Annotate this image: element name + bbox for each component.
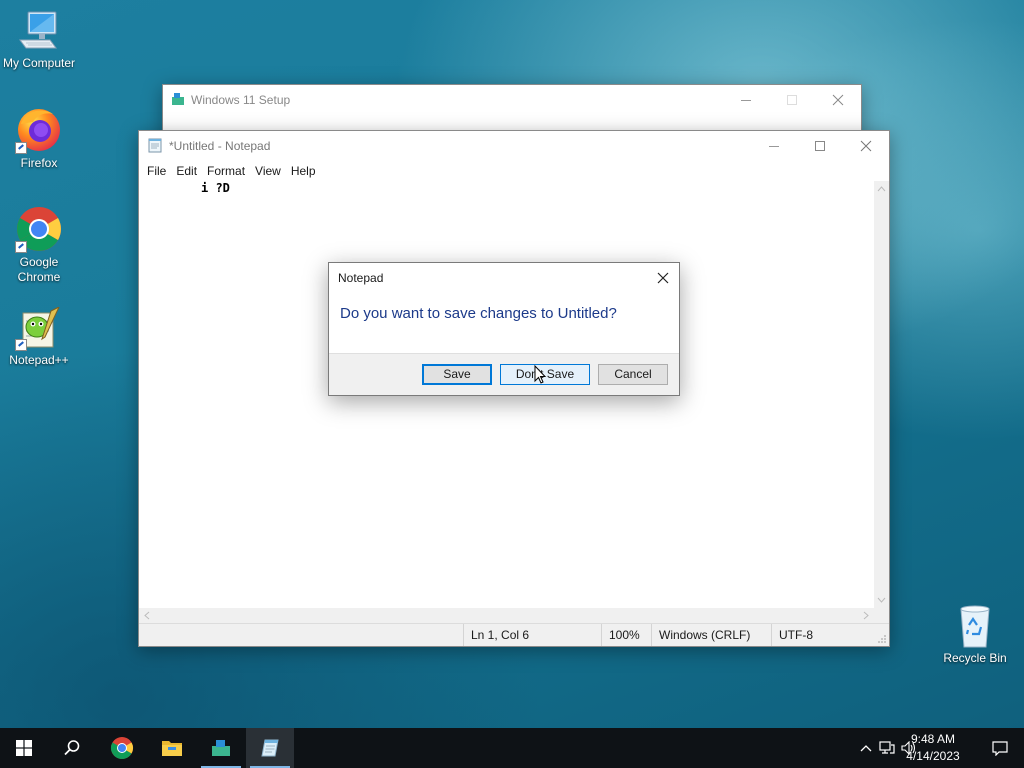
desktop-icon-my-computer[interactable]: My Computer — [1, 10, 77, 71]
desktop-icon-google-chrome[interactable]: Google Chrome — [1, 205, 77, 285]
notepad-minimize-button[interactable] — [751, 131, 797, 161]
notepad-icon — [261, 739, 279, 757]
show-hidden-icons-button[interactable] — [856, 728, 876, 768]
setup-close-button[interactable] — [815, 85, 861, 115]
clock-date: 4/14/2023 — [906, 749, 960, 763]
setup-minimize-button[interactable] — [723, 85, 769, 115]
notepad-titlebar[interactable]: *Untitled - Notepad — [139, 131, 889, 161]
file-explorer-icon — [162, 741, 182, 756]
resize-grip-icon[interactable] — [877, 634, 887, 644]
scroll-right-icon[interactable] — [860, 608, 872, 623]
shortcut-arrow-icon — [15, 339, 27, 351]
network-button[interactable] — [876, 728, 898, 768]
save-button[interactable]: Save — [422, 364, 492, 385]
taskbar-file-explorer-button[interactable] — [148, 728, 196, 768]
desktop-icon-recycle-bin[interactable]: Recycle Bin — [937, 603, 1013, 666]
desktop-icon-firefox[interactable]: Firefox — [1, 106, 77, 171]
shortcut-arrow-icon — [15, 142, 27, 154]
desktop-icon-label: Notepad++ — [9, 353, 69, 367]
status-zoom: 100% — [601, 624, 651, 646]
windows-setup-icon — [171, 92, 185, 109]
dialog-button-bar: Save Don't Save Cancel — [329, 353, 679, 395]
setup-titlebar[interactable]: Windows 11 Setup — [163, 85, 861, 115]
notepad-menubar: File Edit Format View Help — [139, 161, 889, 181]
scroll-up-icon[interactable] — [874, 183, 889, 195]
desktop-icon-label-line1: Google — [19, 255, 59, 269]
firefox-icon — [15, 106, 63, 154]
shortcut-arrow-icon — [15, 241, 27, 253]
desktop-icon-notepadpp[interactable]: Notepad++ — [1, 305, 77, 368]
menu-view[interactable]: View — [250, 161, 286, 181]
status-line-ending: Windows (CRLF) — [651, 624, 771, 646]
desktop-icon-label-line2: Chrome — [17, 270, 61, 284]
dialog-titlebar[interactable]: Notepad — [329, 263, 679, 293]
chrome-icon — [15, 205, 63, 253]
taskbar-search-button[interactable] — [48, 728, 96, 768]
horizontal-scrollbar[interactable] — [139, 608, 874, 623]
setup-maximize-button — [769, 85, 815, 115]
taskbar-clock[interactable]: 9:48 AM 4/14/2023 — [898, 731, 968, 765]
windows-setup-icon — [212, 740, 230, 756]
taskbar-chrome-button[interactable] — [98, 728, 146, 768]
notification-icon — [992, 741, 1008, 756]
status-encoding: UTF-8 — [771, 624, 871, 646]
action-center-button[interactable] — [986, 728, 1014, 768]
maximize-icon — [787, 95, 797, 105]
notepadpp-icon — [15, 305, 63, 351]
notepad-icon — [147, 137, 163, 156]
network-icon — [879, 741, 895, 754]
computer-icon — [16, 10, 62, 54]
start-button[interactable] — [0, 728, 48, 768]
close-icon — [860, 140, 872, 152]
dialog-close-button[interactable] — [647, 263, 679, 293]
notepad-content: i ?D — [201, 181, 230, 195]
taskbar-windows-setup-button[interactable] — [197, 728, 245, 768]
taskbar: 9:48 AM 4/14/2023 — [0, 728, 1024, 768]
maximize-icon — [815, 141, 825, 151]
taskbar-notepad-button[interactable] — [246, 728, 294, 768]
system-tray: 9:48 AM 4/14/2023 — [824, 728, 1024, 768]
menu-file[interactable]: File — [142, 161, 171, 181]
chevron-up-icon — [860, 745, 872, 752]
status-cursor-position: Ln 1, Col 6 — [463, 624, 601, 646]
scroll-down-icon[interactable] — [874, 594, 889, 606]
search-icon — [64, 740, 80, 756]
minimize-icon — [769, 145, 779, 147]
menu-format[interactable]: Format — [202, 161, 250, 181]
dialog-title: Notepad — [338, 271, 384, 285]
cancel-button[interactable]: Cancel — [598, 364, 668, 385]
minimize-icon — [741, 99, 751, 101]
mouse-cursor-icon — [534, 365, 547, 384]
setup-window-title: Windows 11 Setup — [191, 93, 291, 107]
desktop-icon-label: My Computer — [2, 56, 76, 70]
close-icon — [657, 272, 669, 284]
save-changes-dialog[interactable]: Notepad Do you want to save changes to U… — [328, 262, 680, 396]
vertical-scrollbar[interactable] — [874, 181, 889, 608]
dialog-message: Do you want to save changes to Untitled? — [340, 305, 617, 322]
notepad-statusbar: Ln 1, Col 6 100% Windows (CRLF) UTF-8 — [139, 623, 889, 646]
menu-edit[interactable]: Edit — [171, 161, 202, 181]
recycle-bin-icon — [955, 603, 995, 649]
notepad-close-button[interactable] — [843, 131, 889, 161]
desktop-icon-label: Firefox — [20, 156, 58, 170]
chrome-icon — [111, 737, 133, 759]
notepad-window-title: *Untitled - Notepad — [169, 139, 271, 153]
menu-help[interactable]: Help — [286, 161, 321, 181]
scroll-corner — [874, 608, 889, 623]
desktop-icon-label: Recycle Bin — [943, 651, 1007, 665]
clock-time: 9:48 AM — [910, 732, 956, 746]
scroll-left-icon[interactable] — [141, 608, 153, 623]
start-icon — [16, 740, 32, 756]
notepad-maximize-button[interactable] — [797, 131, 843, 161]
close-icon — [832, 94, 844, 106]
